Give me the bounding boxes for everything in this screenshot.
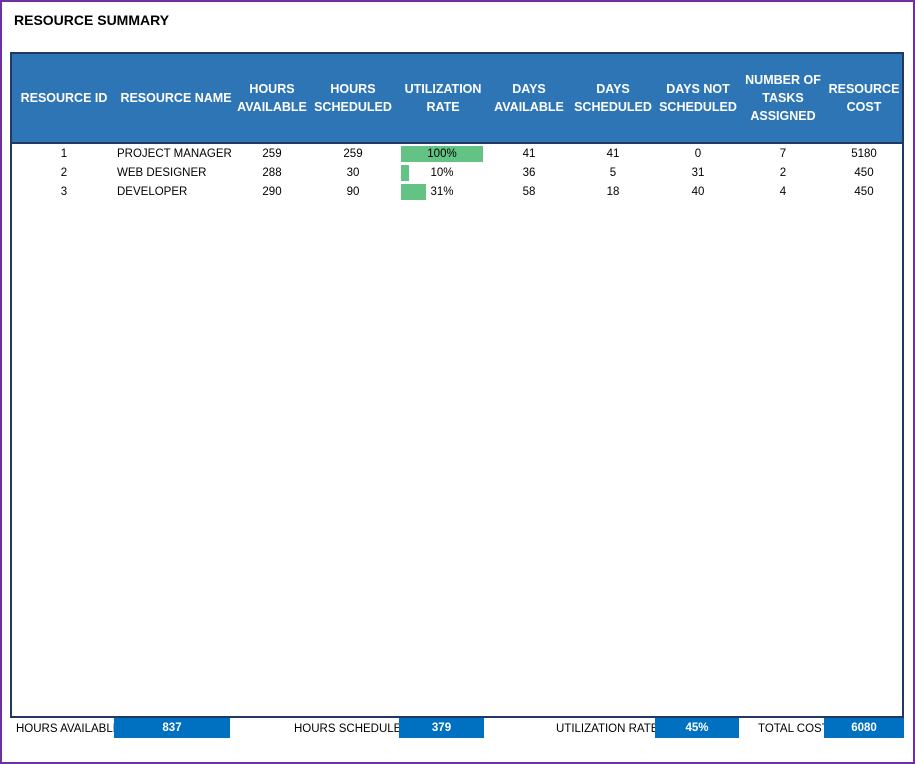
utilization-cell: 100% [401,146,483,162]
footer-utilization-value[interactable]: 45% [655,718,739,738]
cell-id: 2 [60,167,68,179]
column-header-line: SCHEDULED [314,100,392,114]
column-header-utilization[interactable]: UTILIZATION RATE [398,54,488,142]
cell-name: WEB DESIGNER [117,167,207,179]
column-header-line: SCHEDULED [574,100,652,114]
column-header-cost[interactable]: RESOURCE COST [826,54,902,142]
utilization-cell: 10% [401,165,483,181]
cell-hours-scheduled: 90 [346,186,360,198]
cell-hours-available: 290 [262,186,282,198]
cell-days-available: 58 [522,186,536,198]
utilization-value: 31% [430,186,454,198]
cell-days-not-scheduled: 31 [691,167,705,179]
column-header-line: ASSIGNED [750,109,816,123]
column-header-days-scheduled[interactable]: DAYS SCHEDULED [570,54,656,142]
cell-days-not-scheduled: 40 [691,186,705,198]
table-row[interactable]: 3 DEVELOPER 290 90 31% 58 18 40 4 450 [12,183,902,202]
footer-utilization-label: UTILIZATION RATE [556,723,659,735]
cell-hours-scheduled: 30 [346,167,360,179]
cell-cost: 5180 [851,148,877,160]
cell-days-scheduled: 18 [606,186,620,198]
column-header-line: HOURS [249,82,295,96]
cell-cost: 450 [854,186,874,198]
column-header-tasks-assigned[interactable]: NUMBER OF TASKS ASSIGNED [740,54,826,142]
column-header-line: AVAILABLE [494,100,564,114]
cell-days-scheduled: 41 [606,148,620,160]
footer-total-cost-label: TOTAL COST [758,723,829,735]
column-header-line: AVAILABLE [237,100,307,114]
cell-days-available: 36 [522,167,536,179]
column-header-line: RATE [426,100,460,114]
column-header-name[interactable]: RESOURCE NAME [116,54,236,142]
column-header-line: DAYS NOT [666,82,730,96]
cell-days-scheduled: 5 [609,167,617,179]
footer-hours-scheduled-label: HOURS SCHEDULED [294,723,410,735]
column-header-line: SCHEDULED [659,100,737,114]
cell-cost: 450 [854,167,874,179]
page-title: RESOURCE SUMMARY [14,12,170,28]
column-header-line: NUMBER OF [745,73,821,87]
cell-hours-available: 259 [262,148,282,160]
cell-hours-scheduled: 259 [343,148,363,160]
cell-tasks-assigned: 4 [779,186,787,198]
resource-table: RESOURCE ID RESOURCE NAME HOURS AVAILABLE HO… [10,52,904,718]
footer-total-cost-value[interactable]: 6080 [824,718,904,738]
cell-id: 1 [60,148,68,160]
column-header-id[interactable]: RESOURCE ID [12,54,116,142]
table-header: RESOURCE ID RESOURCE NAME HOURS AVAILABLE HO… [12,54,902,144]
column-header-line: RESOURCE ID [20,91,108,105]
cell-days-not-scheduled: 0 [694,148,702,160]
column-header-hours-available[interactable]: HOURS AVAILABLE [236,54,308,142]
cell-days-available: 41 [522,148,536,160]
column-header-line: TASKS [762,91,804,105]
cell-name: DEVELOPER [117,186,188,198]
column-header-line: UTILIZATION [404,82,482,96]
cell-name: PROJECT MANAGER [117,148,232,160]
column-header-hours-scheduled[interactable]: HOURS SCHEDULED [308,54,398,142]
footer-hours-scheduled-value[interactable]: 379 [399,718,484,738]
table-row[interactable]: 2 WEB DESIGNER 288 30 10% 36 5 31 2 450 [12,164,902,183]
column-header-line: COST [846,100,882,114]
cell-hours-available: 288 [262,167,282,179]
column-header-days-available[interactable]: DAYS AVAILABLE [488,54,570,142]
column-header-line: HOURS [330,82,376,96]
utilization-value: 10% [430,167,454,179]
column-header-line: RESOURCE NAME [120,91,232,105]
footer-hours-available-value[interactable]: 837 [114,718,230,738]
cell-id: 3 [60,186,68,198]
cell-tasks-assigned: 2 [779,167,787,179]
column-header-days-not-scheduled[interactable]: DAYS NOT SCHEDULED [656,54,740,142]
utilization-cell: 31% [401,184,483,200]
column-header-line: RESOURCE [828,82,900,96]
footer-hours-available-label: HOURS AVAILABLE [16,723,121,735]
table-row[interactable]: 1 PROJECT MANAGER 259 259 100% 41 41 0 7 5180 [12,145,902,164]
column-header-line: DAYS [596,82,630,96]
column-header-line: DAYS [512,82,546,96]
utilization-value: 100% [427,148,457,160]
cell-tasks-assigned: 7 [779,148,787,160]
